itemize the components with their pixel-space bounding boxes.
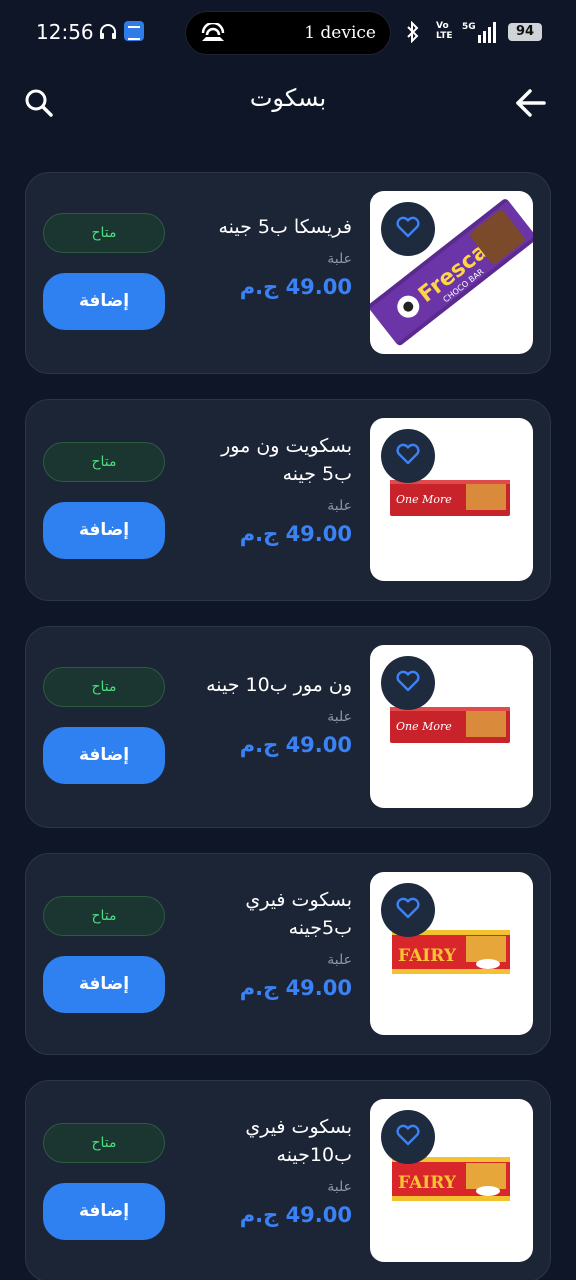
product-unit: علبة [327, 498, 352, 514]
availability-badge: متاح [43, 667, 165, 707]
heart-icon [395, 896, 421, 924]
product-list: Fresca CHOCO BAR فريسكا ب5 جينه علبة 49.… [25, 172, 551, 1280]
add-to-cart-button[interactable]: إضافة [43, 502, 165, 559]
one-more-brand-text: One More [396, 720, 452, 733]
product-image[interactable]: Fresca CHOCO BAR [370, 191, 533, 354]
bluetooth-icon [405, 20, 421, 47]
heart-icon [395, 215, 421, 243]
availability-badge: متاح [43, 442, 165, 482]
volte-indicator: Vo LTE [436, 21, 453, 41]
one-more-brand-text: One More [396, 493, 452, 506]
add-to-cart-button[interactable]: إضافة [43, 727, 165, 784]
headphones-icon [99, 23, 117, 45]
svg-text:5G: 5G [462, 22, 476, 32]
battery-indicator: 94 [508, 23, 542, 41]
product-price: 49.00 ج.م [239, 733, 352, 757]
status-time: 12:56 [36, 20, 94, 44]
product-info: بسكوت فيري ب5جينه علبة 49.00 ج.م [196, 886, 352, 1000]
page-title: بسكوت [249, 84, 327, 112]
availability-badge: متاح [43, 1123, 165, 1163]
favorite-button[interactable] [381, 1110, 435, 1164]
hotspot-device-count: 1 device [304, 23, 376, 43]
product-card[interactable]: One More بسكويت ون مور ب5 جينه علبة 49.0… [25, 399, 551, 601]
status-bar: 12:56 1 device Vo LTE 5G 94 [0, 0, 576, 62]
product-image[interactable]: FAIRY [370, 872, 533, 1035]
product-price: 49.00 ج.م [239, 522, 352, 546]
product-image[interactable]: FAIRY [370, 1099, 533, 1262]
product-card[interactable]: FAIRY بسكوت فيري ب10جينه علبة 49.00 ج.م … [25, 1080, 551, 1280]
heart-icon [395, 669, 421, 697]
product-unit: علبة [327, 709, 352, 725]
product-name: بسكويت ون مور ب5 جينه [221, 435, 352, 485]
product-name: بسكوت فيري ب5جينه [245, 889, 352, 939]
product-price: 49.00 ج.م [239, 275, 352, 299]
signal-icon: 5G [462, 20, 500, 48]
back-arrow-icon[interactable] [512, 86, 548, 120]
fairy-brand-text: FAIRY [398, 946, 457, 966]
product-unit: علبة [327, 952, 352, 968]
app-header: بسكوت [0, 70, 576, 134]
product-price: 49.00 ج.م [239, 1203, 352, 1227]
favorite-button[interactable] [381, 883, 435, 937]
product-unit: علبة [327, 251, 352, 267]
product-unit: علبة [327, 1179, 352, 1195]
product-name: فريسكا ب5 جينه [218, 216, 352, 238]
add-to-cart-button[interactable]: إضافة [43, 273, 165, 330]
product-image[interactable]: One More [370, 645, 533, 808]
product-image[interactable]: One More [370, 418, 533, 581]
product-name: بسكوت فيري ب10جينه [245, 1116, 352, 1166]
product-info: ون مور ب10 جينه علبة 49.00 ج.م [196, 671, 352, 757]
product-info: فريسكا ب5 جينه علبة 49.00 ج.م [196, 213, 352, 299]
product-info: بسكويت ون مور ب5 جينه علبة 49.00 ج.م [196, 432, 352, 546]
product-card[interactable]: Fresca CHOCO BAR فريسكا ب5 جينه علبة 49.… [25, 172, 551, 374]
availability-badge: متاح [43, 213, 165, 253]
favorite-button[interactable] [381, 429, 435, 483]
product-name: ون مور ب10 جينه [206, 674, 352, 696]
heart-icon [395, 442, 421, 470]
product-card[interactable]: FAIRY بسكوت فيري ب5جينه علبة 49.00 ج.م م… [25, 853, 551, 1055]
favorite-button[interactable] [381, 202, 435, 256]
add-to-cart-button[interactable]: إضافة [43, 1183, 165, 1240]
product-info: بسكوت فيري ب10جينه علبة 49.00 ج.م [196, 1113, 352, 1227]
notification-app-icon [124, 21, 144, 41]
product-price: 49.00 ج.م [239, 976, 352, 1000]
availability-badge: متاح [43, 896, 165, 936]
hotspot-icon [200, 21, 226, 47]
fairy-brand-text: FAIRY [398, 1173, 457, 1193]
favorite-button[interactable] [381, 656, 435, 710]
add-to-cart-button[interactable]: إضافة [43, 956, 165, 1013]
heart-icon [395, 1123, 421, 1151]
product-card[interactable]: One More ون مور ب10 جينه علبة 49.00 ج.م … [25, 626, 551, 828]
hotspot-pill[interactable]: 1 device [185, 11, 391, 55]
